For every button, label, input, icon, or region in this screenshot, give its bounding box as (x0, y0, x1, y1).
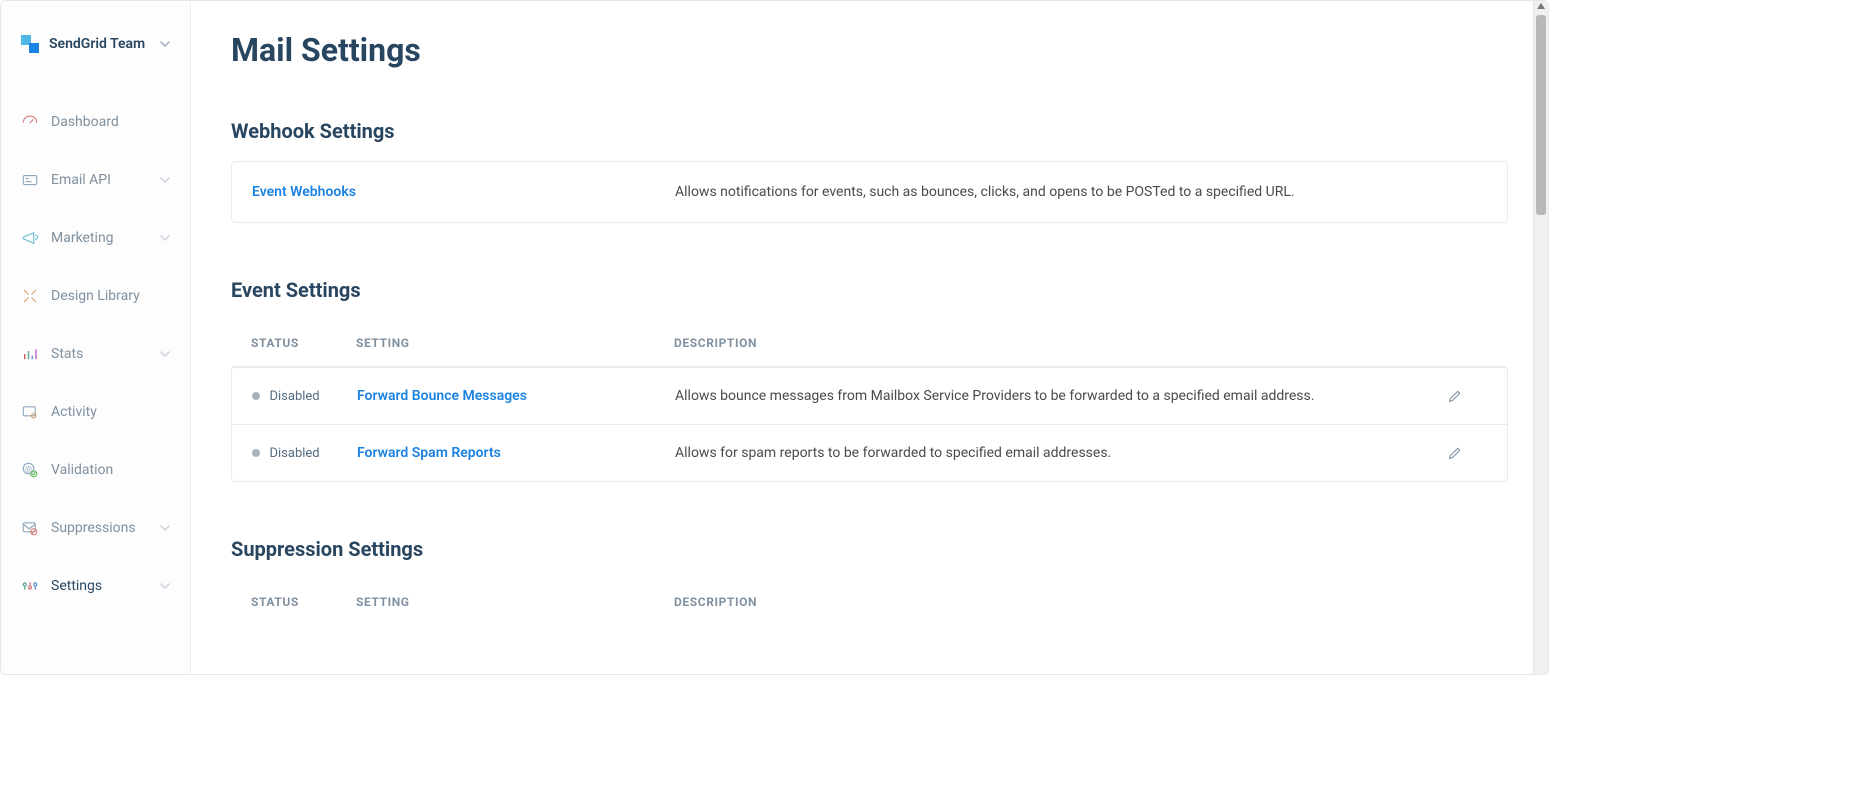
webhook-description: Allows notifications for events, such as… (675, 184, 1295, 200)
suppression-table-header: STATUS SETTING DESCRIPTION (231, 579, 1508, 625)
status-dot-icon (252, 449, 260, 457)
scroll-up-icon[interactable] (1537, 3, 1545, 9)
status-text: Disabled (269, 446, 319, 461)
pencil-icon[interactable] (1447, 388, 1487, 404)
nav-label: Validation (51, 462, 170, 478)
sidebar-item-email-api[interactable]: Email API (1, 151, 190, 209)
status-text: Disabled (269, 389, 319, 404)
main-content: Mail Settings Webhook Settings Event Web… (191, 1, 1548, 674)
sidebar-nav: Dashboard Email API Marketing (1, 83, 190, 615)
table-row: Disabled Forward Bounce Messages Allows … (232, 367, 1507, 424)
sidebar-item-suppressions[interactable]: Suppressions (1, 499, 190, 557)
sidebar-item-validation[interactable]: @ Validation (1, 441, 190, 499)
nav-label: Marketing (51, 230, 148, 246)
header-status: STATUS (251, 336, 356, 350)
nav-label: Activity (51, 404, 170, 420)
page-title: Mail Settings (231, 31, 1508, 69)
section-title-suppression: Suppression Settings (231, 537, 1508, 561)
sidebar-item-dashboard[interactable]: Dashboard (1, 93, 190, 151)
event-table: Disabled Forward Bounce Messages Allows … (231, 366, 1508, 482)
scrollbar[interactable] (1533, 1, 1548, 674)
nav-label: Suppressions (51, 520, 148, 536)
status-dot-icon (252, 392, 260, 400)
header-description: DESCRIPTION (674, 595, 1488, 609)
row-description: Allows for spam reports to be forwarded … (675, 445, 1447, 461)
sidebar-item-marketing[interactable]: Marketing (1, 209, 190, 267)
email-api-icon (21, 171, 39, 189)
header-setting: SETTING (356, 595, 674, 609)
forward-spam-link[interactable]: Forward Spam Reports (357, 445, 501, 461)
nav-label: Design Library (51, 288, 170, 304)
sidebar-item-activity[interactable]: Activity (1, 383, 190, 441)
nav-label: Dashboard (51, 114, 170, 130)
chevron-down-icon (160, 39, 170, 49)
team-name: SendGrid Team (49, 36, 145, 52)
sidebar-item-settings[interactable]: Settings (1, 557, 190, 615)
dashboard-icon (21, 113, 39, 131)
suppressions-icon (21, 519, 39, 537)
chevron-down-icon (160, 349, 170, 359)
team-switcher[interactable]: SendGrid Team (1, 21, 190, 83)
section-title-webhook: Webhook Settings (231, 119, 1508, 143)
table-row: Disabled Forward Spam Reports Allows for… (232, 424, 1507, 481)
sidebar: SendGrid Team Dashboard Email API (1, 1, 191, 674)
event-webhooks-link[interactable]: Event Webhooks (252, 184, 356, 200)
webhook-row: Event Webhooks Allows notifications for … (232, 162, 1507, 222)
nav-label: Settings (51, 578, 148, 594)
row-description: Allows bounce messages from Mailbox Serv… (675, 388, 1447, 404)
header-description: DESCRIPTION (674, 336, 1488, 350)
chevron-down-icon (160, 581, 170, 591)
webhook-card: Event Webhooks Allows notifications for … (231, 161, 1508, 223)
design-icon (21, 287, 39, 305)
chevron-down-icon (160, 233, 170, 243)
section-title-event: Event Settings (231, 278, 1508, 302)
sidebar-item-stats[interactable]: Stats (1, 325, 190, 383)
sidebar-item-design-library[interactable]: Design Library (1, 267, 190, 325)
event-table-header: STATUS SETTING DESCRIPTION (231, 320, 1508, 366)
validation-icon: @ (21, 461, 39, 479)
scroll-thumb[interactable] (1536, 15, 1546, 215)
nav-label: Stats (51, 346, 148, 362)
header-status: STATUS (251, 595, 356, 609)
stats-icon (21, 345, 39, 363)
header-setting: SETTING (356, 336, 674, 350)
nav-label: Email API (51, 172, 148, 188)
sendgrid-logo-icon (21, 35, 39, 53)
chevron-down-icon (160, 523, 170, 533)
settings-icon (21, 577, 39, 595)
forward-bounce-link[interactable]: Forward Bounce Messages (357, 388, 527, 404)
marketing-icon (21, 229, 39, 247)
pencil-icon[interactable] (1447, 445, 1487, 461)
activity-icon (21, 403, 39, 421)
chevron-down-icon (160, 175, 170, 185)
app-window: SendGrid Team Dashboard Email API (0, 0, 1549, 675)
